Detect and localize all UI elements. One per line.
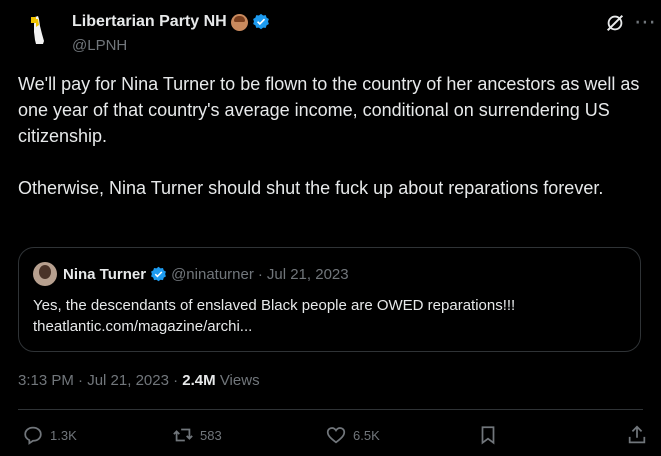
meta-separator: · <box>78 372 84 389</box>
views-label: Views <box>219 372 260 389</box>
post-time[interactable]: 3:13 PM <box>18 372 74 389</box>
reply-count: 1.3K <box>50 427 77 443</box>
share-icon <box>628 425 646 444</box>
verified-badge-icon <box>252 13 269 30</box>
more-options-icon[interactable]: ⋯ <box>634 9 657 35</box>
quoted-post[interactable]: Nina Turner @ninaturner · Jul 21, 2023 Y… <box>18 247 641 352</box>
views-count: 2.4M <box>182 372 216 389</box>
heart-icon <box>326 427 346 444</box>
author-block: Libertarian Party NH @LPNH <box>72 12 270 54</box>
emoji-icon <box>230 13 248 31</box>
meta-separator: · <box>173 372 179 389</box>
new-hampshire-logo <box>31 16 44 44</box>
repost-icon <box>173 428 193 442</box>
post-metadata: 3:13 PM · Jul 21, 2023 · 2.4M Views <box>18 372 260 389</box>
reply-icon <box>24 426 42 445</box>
like-button[interactable]: 6.5K <box>325 424 380 446</box>
verified-badge-icon <box>151 266 166 281</box>
quoted-author-name: Nina Turner <box>63 265 147 283</box>
like-count: 6.5K <box>353 427 380 443</box>
repost-count: 583 <box>200 427 222 443</box>
author-avatar[interactable] <box>16 10 56 50</box>
quoted-author-avatar <box>33 262 57 286</box>
share-button[interactable] <box>626 424 648 446</box>
author-handle[interactable]: @LPNH <box>72 37 270 54</box>
repost-button[interactable]: 583 <box>172 424 222 446</box>
bookmark-button[interactable] <box>477 424 499 446</box>
bookmark-icon <box>481 426 495 445</box>
action-bar: 1.3K 583 6.5K <box>0 424 661 452</box>
quoted-author-handle: @ninaturner <box>171 265 254 283</box>
grok-icon[interactable] <box>604 12 626 34</box>
reply-button[interactable]: 1.3K <box>22 424 77 446</box>
author-name[interactable]: Libertarian Party NH <box>72 13 227 31</box>
quoted-date: Jul 21, 2023 <box>266 265 349 283</box>
quoted-meta-separator: · <box>257 265 263 283</box>
post-text: We'll pay for Nina Turner to be flown to… <box>18 74 640 198</box>
divider <box>18 409 643 410</box>
quoted-text: Yes, the descendants of enslaved Black p… <box>33 297 516 335</box>
post-date[interactable]: Jul 21, 2023 <box>87 372 169 389</box>
